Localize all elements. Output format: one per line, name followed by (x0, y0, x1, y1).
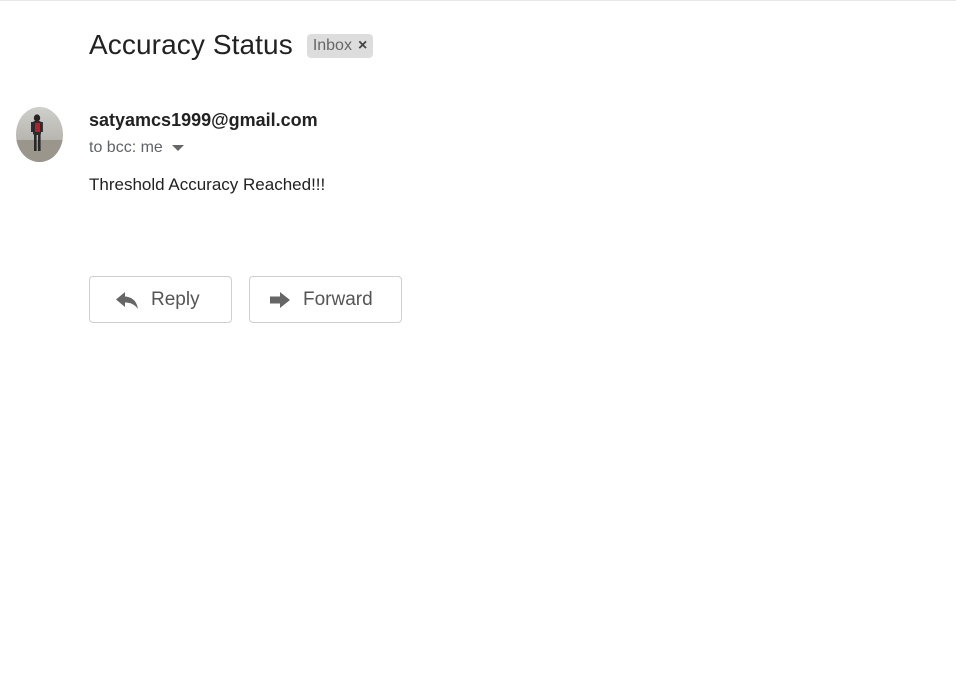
remove-label-icon[interactable]: × (358, 38, 367, 54)
recipients-text: to bcc: me (89, 138, 163, 156)
forward-label: Forward (303, 288, 373, 310)
subject-row: Accuracy Status Inbox × (89, 29, 374, 61)
forward-button[interactable]: Forward (249, 276, 402, 323)
reply-arrow-icon (115, 290, 139, 310)
email-subject: Accuracy Status (89, 29, 293, 60)
avatar-photo (16, 107, 63, 162)
sender-email[interactable]: satyamcs1999@gmail.com (89, 110, 318, 131)
reply-label: Reply (151, 288, 200, 310)
label-chip-text: Inbox (312, 37, 352, 54)
reply-button[interactable]: Reply (89, 276, 232, 323)
show-details-dropdown-icon[interactable] (171, 139, 184, 157)
forward-arrow-icon (269, 291, 291, 309)
email-view: Accuracy Status Inbox × satyamcs1999@gma… (0, 0, 956, 686)
recipients-line: to bcc: me (89, 138, 184, 157)
sender-avatar[interactable] (16, 107, 63, 162)
email-body: Threshold Accuracy Reached!!! (89, 175, 326, 194)
inbox-label-chip[interactable]: Inbox × (306, 34, 374, 58)
